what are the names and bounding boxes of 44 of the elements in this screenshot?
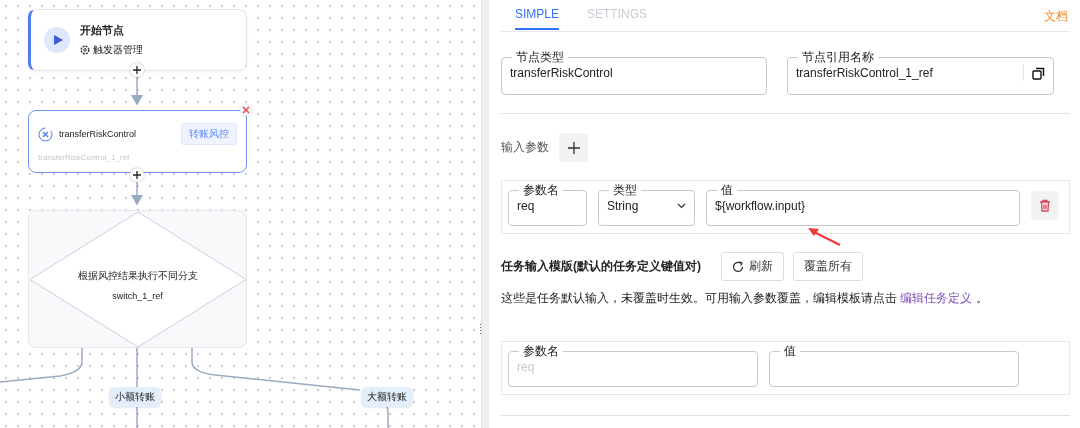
play-icon <box>44 27 70 53</box>
delete-button[interactable] <box>1031 191 1059 220</box>
switch-description: 根据风控结果执行不同分支 <box>76 269 199 283</box>
plus-icon <box>567 141 580 154</box>
connector-arrow <box>131 75 143 106</box>
start-node[interactable]: 开始节点 触发器管理 <box>28 9 247 71</box>
add-param-button[interactable] <box>559 133 588 162</box>
connector-line <box>385 404 389 428</box>
add-node-button[interactable] <box>130 168 144 182</box>
section-title: 任务输入模版(默认的任务定义键值对) <box>501 258 701 275</box>
section-title: 输入参数 <box>501 139 549 156</box>
settings-icon <box>80 45 90 55</box>
annotation-arrow <box>808 227 842 246</box>
override-all-button[interactable]: 覆盖所有 <box>793 252 863 281</box>
copy-icon[interactable] <box>1032 66 1045 80</box>
edit-task-definition-link[interactable]: 编辑任务定义 <box>900 291 973 305</box>
chevron-down-icon <box>677 203 686 209</box>
close-icon[interactable] <box>240 104 252 116</box>
node-name: transferRiskControl <box>59 129 138 139</box>
param-value-field[interactable]: 值 <box>769 344 1019 387</box>
tab[interactable]: SIMPLE <box>515 0 559 30</box>
node-title: 开始节点 <box>80 23 125 38</box>
node-tag: 转账风控 <box>181 123 237 145</box>
node-ref-field[interactable]: 节点引用名称 transferRiskControl_1_ref <box>787 50 1054 95</box>
branch-label[interactable]: 大额转账 <box>361 387 413 407</box>
switch-ref: switch_1_ref <box>111 291 164 301</box>
node-type-field[interactable]: 节点类型 transferRiskControl <box>501 50 767 95</box>
trigger-link[interactable]: 触发器管理 <box>93 43 143 57</box>
switch-node[interactable]: 根据风控结果执行不同分支 switch_1_ref <box>28 210 247 348</box>
resize-handle[interactable] <box>479 323 483 334</box>
refresh-icon <box>732 260 744 273</box>
branch-label[interactable]: 小额转账 <box>109 387 161 407</box>
template-note: 这些是任务默认输入，未覆盖时生效。可用输入参数覆盖，编辑模板请点击 编辑任务定义 。 <box>501 290 989 307</box>
refresh-button[interactable]: 刷新 <box>721 252 784 281</box>
param-name-field[interactable]: 参数名 req <box>508 344 758 387</box>
connector-line <box>136 347 138 390</box>
param-value-field[interactable]: 值 ${workflow.input} <box>706 183 1020 226</box>
type-select[interactable]: 类型 String <box>598 183 695 226</box>
connector-arrow <box>131 180 143 206</box>
param-name-field[interactable]: 参数名 req <box>508 183 587 226</box>
connector-line <box>136 404 138 428</box>
trash-icon <box>1039 199 1051 212</box>
add-node-button[interactable] <box>130 63 144 77</box>
tools-icon <box>38 126 53 142</box>
